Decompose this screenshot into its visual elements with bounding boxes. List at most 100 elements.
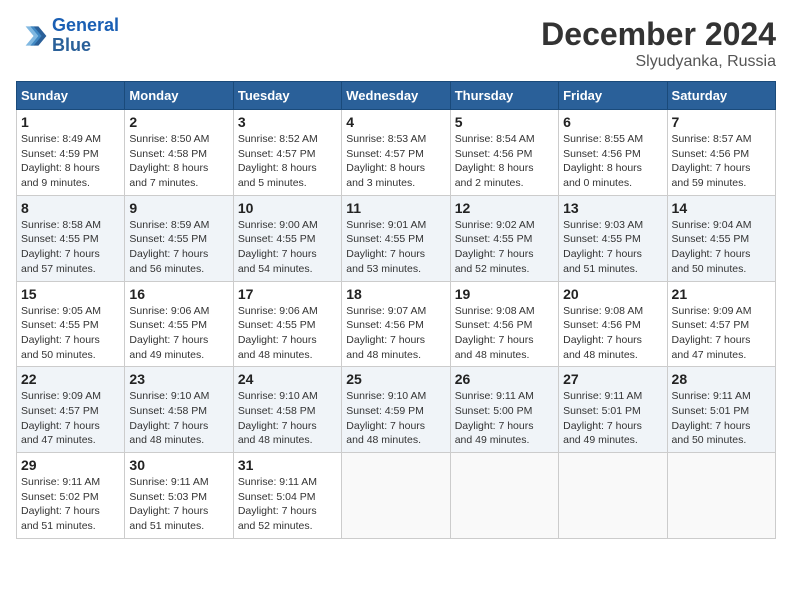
month-title: December 2024 xyxy=(541,16,776,53)
day-number: 4 xyxy=(346,114,445,130)
calendar-day-cell: 9 Sunrise: 8:59 AM Sunset: 4:55 PM Daylig… xyxy=(125,195,233,281)
calendar-day-cell: 21Sunrise: 9:09 AM Sunset: 4:57 PM Dayli… xyxy=(667,281,775,367)
day-info: Sunrise: 8:57 AM Sunset: 4:56 PM Dayligh… xyxy=(672,132,771,191)
day-info: Sunrise: 8:49 AM Sunset: 4:59 PM Dayligh… xyxy=(21,132,120,191)
calendar-week-row: 15 Sunrise: 9:05 AM Sunset: 4:55 PM Dayli… xyxy=(17,281,776,367)
calendar-day-cell: 4 Sunrise: 8:53 AM Sunset: 4:57 PM Daylig… xyxy=(342,110,450,196)
calendar-day-cell: 1 Sunrise: 8:49 AM Sunset: 4:59 PM Daylig… xyxy=(17,110,125,196)
day-number: 28 xyxy=(672,371,771,387)
calendar-day-cell xyxy=(342,453,450,539)
calendar-day-cell xyxy=(667,453,775,539)
day-number: 18 xyxy=(346,286,445,302)
day-info: Sunrise: 9:05 AM Sunset: 4:55 PM Dayligh… xyxy=(21,304,120,363)
day-info: Sunrise: 9:10 AM Sunset: 4:58 PM Dayligh… xyxy=(238,389,337,448)
day-number: 24 xyxy=(238,371,337,387)
day-number: 7 xyxy=(672,114,771,130)
calendar-day-cell: 15 Sunrise: 9:05 AM Sunset: 4:55 PM Dayli… xyxy=(17,281,125,367)
calendar-day-cell: 25Sunrise: 9:10 AM Sunset: 4:59 PM Dayli… xyxy=(342,367,450,453)
calendar-day-cell: 30 Sunrise: 9:11 AM Sunset: 5:03 PM Dayli… xyxy=(125,453,233,539)
day-info: Sunrise: 9:07 AM Sunset: 4:56 PM Dayligh… xyxy=(346,304,445,363)
day-number: 11 xyxy=(346,200,445,216)
calendar-day-cell: 19Sunrise: 9:08 AM Sunset: 4:56 PM Dayli… xyxy=(450,281,558,367)
day-number: 30 xyxy=(129,457,228,473)
day-number: 3 xyxy=(238,114,337,130)
day-info: Sunrise: 9:11 AM Sunset: 5:04 PM Dayligh… xyxy=(238,475,337,534)
day-number: 21 xyxy=(672,286,771,302)
day-number: 27 xyxy=(563,371,662,387)
calendar-body: 1 Sunrise: 8:49 AM Sunset: 4:59 PM Daylig… xyxy=(17,110,776,539)
day-info: Sunrise: 8:58 AM Sunset: 4:55 PM Dayligh… xyxy=(21,218,120,277)
calendar-day-cell: 5Sunrise: 8:54 AM Sunset: 4:56 PM Daylig… xyxy=(450,110,558,196)
day-number: 15 xyxy=(21,286,120,302)
day-number: 9 xyxy=(129,200,228,216)
day-info: Sunrise: 8:52 AM Sunset: 4:57 PM Dayligh… xyxy=(238,132,337,191)
day-number: 16 xyxy=(129,286,228,302)
calendar-day-cell: 22 Sunrise: 9:09 AM Sunset: 4:57 PM Dayli… xyxy=(17,367,125,453)
calendar-week-row: 29Sunrise: 9:11 AM Sunset: 5:02 PM Dayli… xyxy=(17,453,776,539)
calendar-day-cell: 12Sunrise: 9:02 AM Sunset: 4:55 PM Dayli… xyxy=(450,195,558,281)
day-info: Sunrise: 9:08 AM Sunset: 4:56 PM Dayligh… xyxy=(455,304,554,363)
calendar-day-cell: 10Sunrise: 9:00 AM Sunset: 4:55 PM Dayli… xyxy=(233,195,341,281)
day-info: Sunrise: 9:09 AM Sunset: 4:57 PM Dayligh… xyxy=(21,389,120,448)
calendar-day-cell: 13Sunrise: 9:03 AM Sunset: 4:55 PM Dayli… xyxy=(559,195,667,281)
weekday-header-cell: Tuesday xyxy=(233,82,341,110)
day-number: 26 xyxy=(455,371,554,387)
calendar-day-cell: 18 Sunrise: 9:07 AM Sunset: 4:56 PM Dayli… xyxy=(342,281,450,367)
day-number: 20 xyxy=(563,286,662,302)
logo: General Blue xyxy=(16,16,119,56)
day-info: Sunrise: 9:11 AM Sunset: 5:03 PM Dayligh… xyxy=(129,475,228,534)
calendar-day-cell: 17 Sunrise: 9:06 AM Sunset: 4:55 PM Dayli… xyxy=(233,281,341,367)
day-info: Sunrise: 9:11 AM Sunset: 5:01 PM Dayligh… xyxy=(672,389,771,448)
day-number: 1 xyxy=(21,114,120,130)
day-info: Sunrise: 9:01 AM Sunset: 4:55 PM Dayligh… xyxy=(346,218,445,277)
day-info: Sunrise: 8:55 AM Sunset: 4:56 PM Dayligh… xyxy=(563,132,662,191)
location-subtitle: Slyudyanka, Russia xyxy=(541,53,776,71)
day-info: Sunrise: 8:53 AM Sunset: 4:57 PM Dayligh… xyxy=(346,132,445,191)
day-number: 2 xyxy=(129,114,228,130)
day-info: Sunrise: 9:03 AM Sunset: 4:55 PM Dayligh… xyxy=(563,218,662,277)
day-number: 8 xyxy=(21,200,120,216)
calendar-day-cell: 11 Sunrise: 9:01 AM Sunset: 4:55 PM Dayli… xyxy=(342,195,450,281)
calendar-day-cell: 24 Sunrise: 9:10 AM Sunset: 4:58 PM Dayli… xyxy=(233,367,341,453)
weekday-header-cell: Sunday xyxy=(17,82,125,110)
title-block: December 2024 Slyudyanka, Russia xyxy=(541,16,776,71)
day-info: Sunrise: 9:11 AM Sunset: 5:01 PM Dayligh… xyxy=(563,389,662,448)
day-info: Sunrise: 9:00 AM Sunset: 4:55 PM Dayligh… xyxy=(238,218,337,277)
calendar-day-cell: 27 Sunrise: 9:11 AM Sunset: 5:01 PM Dayli… xyxy=(559,367,667,453)
day-number: 31 xyxy=(238,457,337,473)
logo-line1: General xyxy=(52,15,119,35)
calendar-day-cell: 20 Sunrise: 9:08 AM Sunset: 4:56 PM Dayli… xyxy=(559,281,667,367)
calendar-day-cell: 2Sunrise: 8:50 AM Sunset: 4:58 PM Daylig… xyxy=(125,110,233,196)
day-info: Sunrise: 9:08 AM Sunset: 4:56 PM Dayligh… xyxy=(563,304,662,363)
day-number: 23 xyxy=(129,371,228,387)
calendar-day-cell: 29Sunrise: 9:11 AM Sunset: 5:02 PM Dayli… xyxy=(17,453,125,539)
calendar-day-cell xyxy=(450,453,558,539)
day-number: 6 xyxy=(563,114,662,130)
calendar-day-cell: 16Sunrise: 9:06 AM Sunset: 4:55 PM Dayli… xyxy=(125,281,233,367)
weekday-header-cell: Wednesday xyxy=(342,82,450,110)
calendar-day-cell: 28 Sunrise: 9:11 AM Sunset: 5:01 PM Dayli… xyxy=(667,367,775,453)
logo-text: General Blue xyxy=(52,16,119,56)
day-info: Sunrise: 8:59 AM Sunset: 4:55 PM Dayligh… xyxy=(129,218,228,277)
day-number: 14 xyxy=(672,200,771,216)
day-info: Sunrise: 9:11 AM Sunset: 5:02 PM Dayligh… xyxy=(21,475,120,534)
calendar-day-cell: 26Sunrise: 9:11 AM Sunset: 5:00 PM Dayli… xyxy=(450,367,558,453)
weekday-header-row: SundayMondayTuesdayWednesdayThursdayFrid… xyxy=(17,82,776,110)
calendar-day-cell: 14 Sunrise: 9:04 AM Sunset: 4:55 PM Dayli… xyxy=(667,195,775,281)
weekday-header-cell: Saturday xyxy=(667,82,775,110)
day-number: 22 xyxy=(21,371,120,387)
calendar-day-cell: 31 Sunrise: 9:11 AM Sunset: 5:04 PM Dayli… xyxy=(233,453,341,539)
day-number: 5 xyxy=(455,114,554,130)
day-number: 17 xyxy=(238,286,337,302)
calendar-week-row: 22 Sunrise: 9:09 AM Sunset: 4:57 PM Dayli… xyxy=(17,367,776,453)
calendar-week-row: 1 Sunrise: 8:49 AM Sunset: 4:59 PM Daylig… xyxy=(17,110,776,196)
weekday-header-cell: Monday xyxy=(125,82,233,110)
day-number: 12 xyxy=(455,200,554,216)
calendar-day-cell: 7 Sunrise: 8:57 AM Sunset: 4:56 PM Daylig… xyxy=(667,110,775,196)
logo-line2: Blue xyxy=(52,35,91,55)
calendar-day-cell: 6 Sunrise: 8:55 AM Sunset: 4:56 PM Daylig… xyxy=(559,110,667,196)
day-info: Sunrise: 9:10 AM Sunset: 4:59 PM Dayligh… xyxy=(346,389,445,448)
day-info: Sunrise: 9:10 AM Sunset: 4:58 PM Dayligh… xyxy=(129,389,228,448)
day-info: Sunrise: 9:06 AM Sunset: 4:55 PM Dayligh… xyxy=(238,304,337,363)
day-info: Sunrise: 9:04 AM Sunset: 4:55 PM Dayligh… xyxy=(672,218,771,277)
